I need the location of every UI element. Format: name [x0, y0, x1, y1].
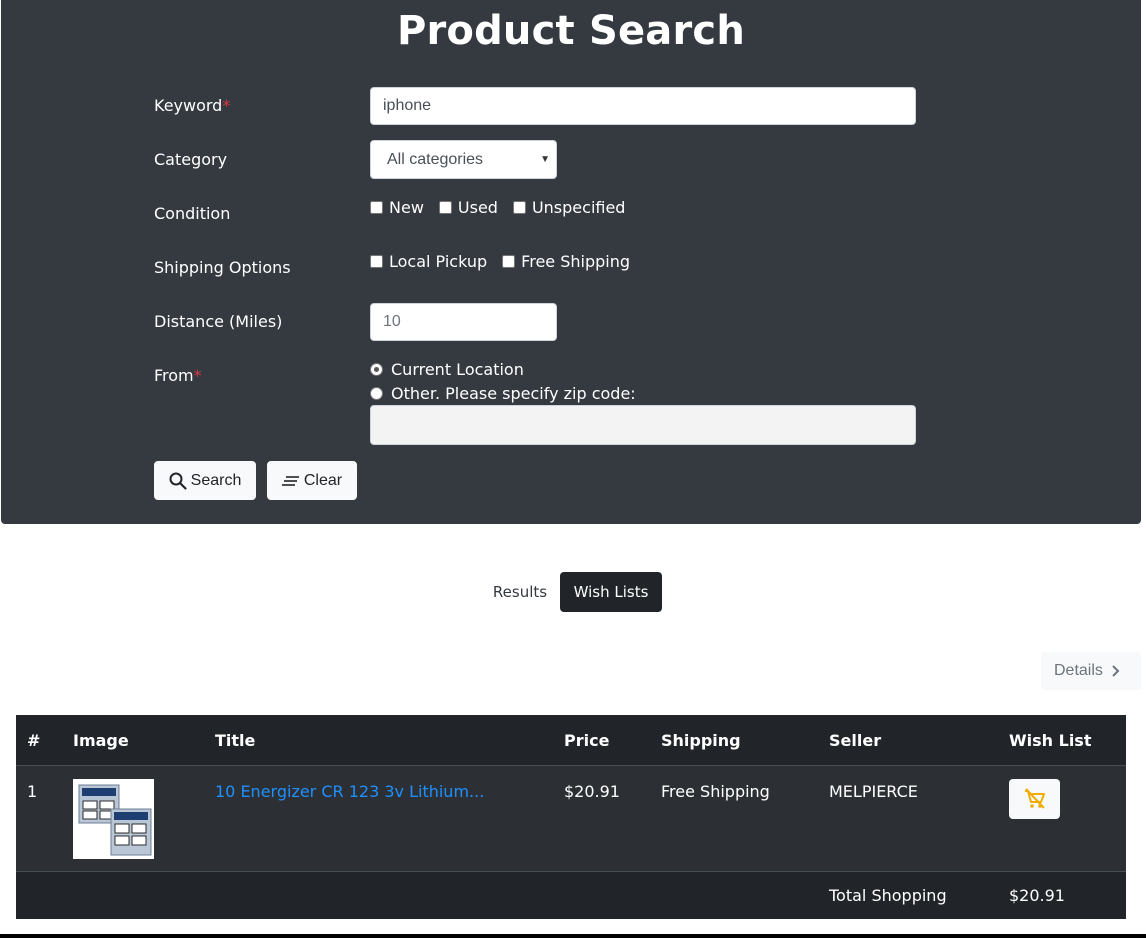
from-other-zip[interactable]: Other. Please specify zip code: — [370, 384, 636, 403]
keyword-label: Keyword* — [154, 96, 230, 115]
remove-from-cart-icon — [1024, 788, 1045, 809]
shipping-local-pickup[interactable]: Local Pickup — [370, 252, 487, 271]
table-header: # Image Title Price Shipping Seller Wish… — [16, 715, 1126, 765]
local-pickup-checkbox[interactable] — [370, 255, 383, 268]
current-location-label: Current Location — [391, 360, 524, 379]
header-shipping: Shipping — [661, 731, 741, 750]
chevron-right-icon — [1112, 665, 1120, 677]
category-selected-value: All categories — [387, 151, 484, 168]
current-location-radio[interactable] — [370, 363, 383, 376]
condition-label: Condition — [154, 204, 231, 223]
bottom-divider — [0, 934, 1146, 938]
header-seller: Seller — [829, 731, 882, 750]
header-image: Image — [73, 731, 129, 750]
product-price: $20.91 — [564, 782, 620, 801]
row-index: 1 — [27, 782, 38, 801]
category-select[interactable]: All categories ▼ — [370, 140, 557, 179]
total-label: Total Shopping — [829, 886, 947, 905]
search-panel: Product Search Keyword* iphone Category … — [1, 0, 1141, 524]
product-title-link[interactable]: 10 Energizer CR 123 3v Lithium... — [215, 782, 484, 801]
from-current-location[interactable]: Current Location — [370, 360, 524, 379]
local-pickup-label: Local Pickup — [389, 252, 488, 271]
header-title: Title — [215, 731, 256, 750]
header-wish-list: Wish List — [1009, 731, 1092, 750]
table-row: 1 10 Energizer CR 123 3v Lithium... $20.… — [16, 765, 1126, 871]
free-shipping-label: Free Shipping — [521, 252, 631, 271]
wish-list-table: # Image Title Price Shipping Seller Wish… — [16, 715, 1126, 919]
free-shipping-checkbox[interactable] — [502, 255, 516, 268]
zip-code-input[interactable] — [370, 405, 916, 445]
other-zip-radio[interactable] — [370, 387, 383, 400]
condition-new[interactable]: New — [370, 198, 424, 217]
condition-used-label: Used — [457, 198, 498, 217]
clear-button-label: Clear — [303, 471, 343, 489]
condition-used[interactable]: Used — [438, 198, 498, 217]
product-seller: MELPIERCE — [829, 782, 918, 801]
search-icon — [169, 472, 187, 490]
condition-unspecified-label: Unspecified — [531, 198, 626, 217]
total-value: $20.91 — [1009, 886, 1065, 905]
from-label: From* — [154, 366, 202, 385]
condition-used-checkbox[interactable] — [438, 201, 452, 214]
header-price: Price — [564, 731, 610, 750]
tab-results[interactable]: Results — [480, 572, 560, 612]
condition-new-label: New — [389, 198, 424, 217]
shipping-options: Local Pickup Free Shipping — [370, 252, 645, 271]
remove-from-wish-list-button[interactable] — [1009, 779, 1060, 819]
distance-input[interactable]: 10 — [370, 303, 557, 341]
clear-list-icon — [281, 475, 299, 486]
required-mark: * — [222, 96, 231, 115]
condition-unspecified[interactable]: Unspecified — [512, 198, 626, 217]
from-label-text: From — [154, 366, 194, 385]
chevron-down-icon: ▼ — [540, 154, 550, 165]
page-title: Product Search — [396, 8, 746, 54]
condition-options: New Used Unspecified — [370, 198, 640, 217]
search-button-label: Search — [190, 471, 242, 489]
search-button[interactable]: Search — [154, 461, 256, 500]
keyword-label-text: Keyword — [154, 96, 223, 115]
other-zip-label: Other. Please specify zip code: — [391, 384, 636, 403]
distance-label: Distance (Miles) — [154, 312, 283, 331]
table-footer: Total Shopping $20.91 — [16, 871, 1126, 919]
keyword-input[interactable]: iphone — [370, 87, 916, 125]
product-image[interactable] — [73, 779, 154, 859]
battery-package-image — [73, 779, 154, 859]
category-label: Category — [154, 150, 228, 169]
details-button[interactable]: Details — [1041, 652, 1141, 690]
condition-unspecified-checkbox[interactable] — [512, 201, 526, 214]
shipping-free-shipping[interactable]: Free Shipping — [502, 252, 630, 271]
details-button-label: Details — [1054, 662, 1103, 679]
condition-new-checkbox[interactable] — [370, 201, 383, 214]
clear-button[interactable]: Clear — [267, 461, 357, 500]
tab-wish-lists[interactable]: Wish Lists — [560, 572, 662, 612]
shipping-label: Shipping Options — [154, 258, 291, 277]
required-mark: * — [193, 366, 202, 385]
product-shipping: Free Shipping — [661, 782, 770, 801]
header-index: # — [27, 731, 41, 750]
